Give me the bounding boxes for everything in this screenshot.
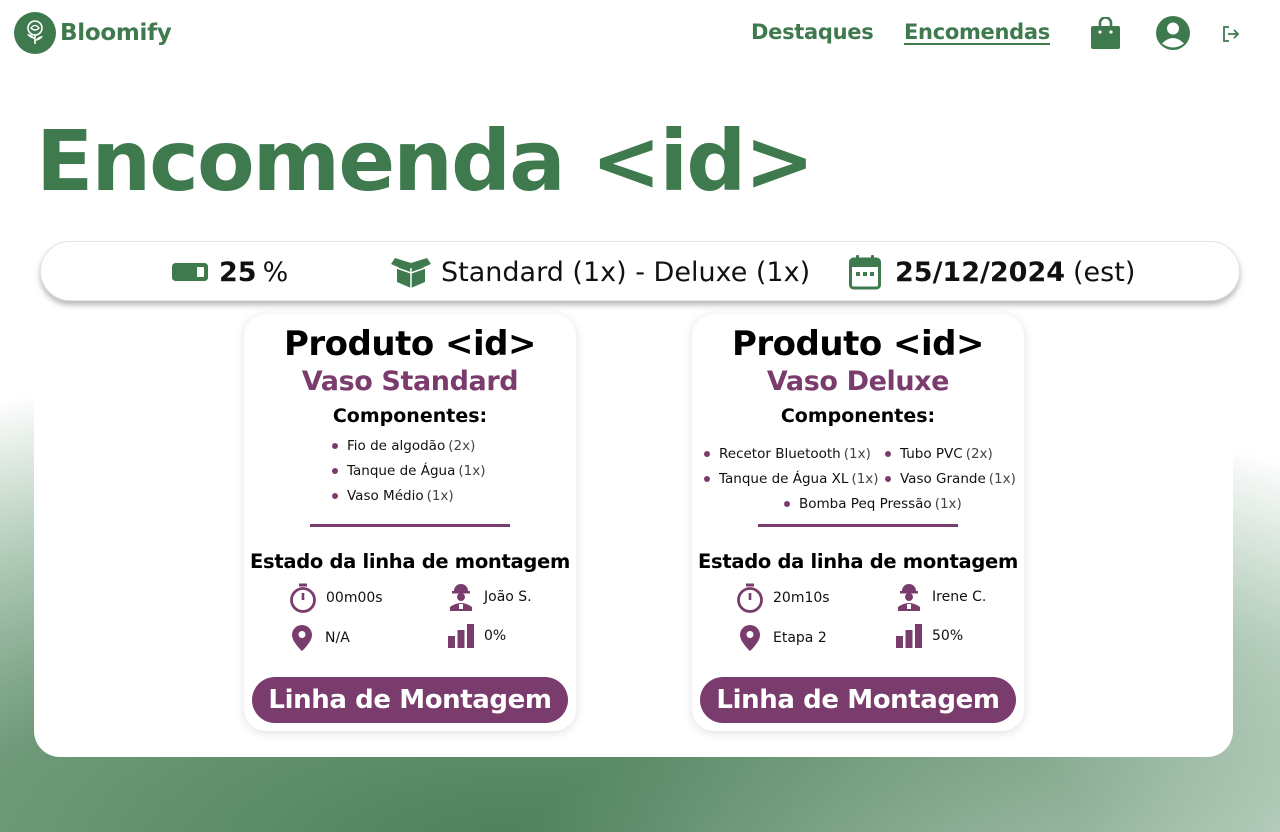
map-pin-icon	[287, 624, 317, 652]
assembly-progress: 50%	[894, 624, 963, 648]
product-name: Vaso Deluxe	[766, 366, 950, 397]
assembly-state-title: Estado da linha de montagem	[250, 550, 570, 573]
list-item: Fio de algodão (2x)	[332, 433, 486, 458]
list-item: Bomba Peq Pressão (1x)	[784, 491, 962, 516]
assembly-worker: João S.	[446, 583, 532, 611]
calendar-icon	[849, 254, 881, 290]
bullet	[332, 442, 338, 449]
stopwatch-icon	[288, 583, 318, 613]
battery-progress-icon	[171, 262, 209, 282]
assembly-line-button[interactable]: Linha de Montagem	[700, 677, 1016, 723]
assembly-time: 00m00s	[288, 583, 383, 613]
assembly-worker: Irene C.	[894, 583, 986, 611]
components-list-col1: Recetor Bluetooth (1x) Tanque de Água XL(…	[704, 441, 879, 491]
assembly-progress: 0%	[446, 624, 506, 648]
shopping-bag-icon[interactable]	[1089, 16, 1121, 50]
brand-logo[interactable]: Bloomify	[14, 12, 172, 54]
product-card-standard: Produto <id> Vaso Standard Componentes: …	[244, 314, 576, 731]
order-date-value: 25/12/2024	[895, 256, 1066, 288]
bullet	[784, 500, 790, 507]
product-card-deluxe: Produto <id> Vaso Deluxe Componentes: Re…	[692, 314, 1024, 731]
bullet	[885, 450, 891, 457]
assembly-location: Etapa 2	[735, 624, 827, 652]
divider	[758, 524, 958, 527]
open-box-icon	[391, 254, 431, 290]
product-title: Produto <id>	[283, 324, 537, 364]
order-estimated-date: 25/12/2024 (est)	[849, 242, 1135, 302]
rose-icon	[14, 12, 56, 54]
list-item: Vaso Grande (1x)	[885, 466, 1016, 491]
product-title: Produto <id>	[731, 324, 985, 364]
components-list: Fio de algodão (2x) Tanque de Água (1x) Va…	[332, 433, 486, 508]
assembly-time: 20m10s	[735, 583, 830, 613]
bullet	[704, 475, 710, 482]
list-item: Tubo PVC (2x)	[885, 441, 1016, 466]
components-list-col3: Bomba Peq Pressão (1x)	[784, 491, 962, 516]
components-label: Componentes:	[780, 405, 936, 427]
components-label: Componentes:	[332, 405, 488, 427]
order-models-text: Standard (1x) - Deluxe (1x)	[441, 256, 811, 288]
order-progress-value: 25	[219, 256, 257, 288]
order-models: Standard (1x) - Deluxe (1x)	[391, 242, 810, 302]
product-name: Vaso Standard	[301, 366, 519, 397]
worker-icon	[446, 583, 476, 611]
list-item: Recetor Bluetooth (1x)	[704, 441, 879, 466]
bar-chart-icon	[894, 624, 924, 648]
assembly-line-button[interactable]: Linha de Montagem	[252, 677, 568, 723]
page-title: Encomenda <id>	[36, 112, 815, 210]
bullet	[704, 450, 710, 457]
list-item: Vaso Médio (1x)	[332, 483, 486, 508]
bullet	[885, 475, 891, 482]
order-progress-unit: %	[262, 256, 289, 288]
logout-icon[interactable]	[1220, 23, 1242, 45]
order-progress: 25 %	[171, 242, 288, 302]
list-item: Tanque de Água XL (1x)	[704, 466, 879, 491]
brand-name: Bloomify	[60, 20, 172, 46]
bullet	[332, 492, 338, 499]
assembly-location: N/A	[287, 624, 350, 652]
order-date-note: (est)	[1073, 256, 1136, 288]
divider	[310, 524, 510, 527]
assembly-state-title: Estado da linha de montagem	[698, 550, 1018, 573]
worker-icon	[894, 583, 924, 611]
nav-encomendas[interactable]: Encomendas	[904, 20, 1050, 44]
list-item: Tanque de Água (1x)	[332, 458, 486, 483]
bullet	[332, 467, 338, 474]
components-list-col2: Tubo PVC (2x) Vaso Grande (1x)	[885, 441, 1016, 491]
top-navbar: Bloomify Destaques Encomendas	[0, 0, 1280, 68]
user-avatar-icon[interactable]	[1155, 15, 1191, 51]
nav-destaques[interactable]: Destaques	[751, 20, 874, 44]
order-summary-bar: 25 % Standard (1x) - Deluxe (1x) 25/12/2…	[40, 241, 1240, 301]
map-pin-icon	[735, 624, 765, 652]
bar-chart-icon	[446, 624, 476, 648]
order-card	[34, 242, 1233, 757]
stopwatch-icon	[735, 583, 765, 613]
